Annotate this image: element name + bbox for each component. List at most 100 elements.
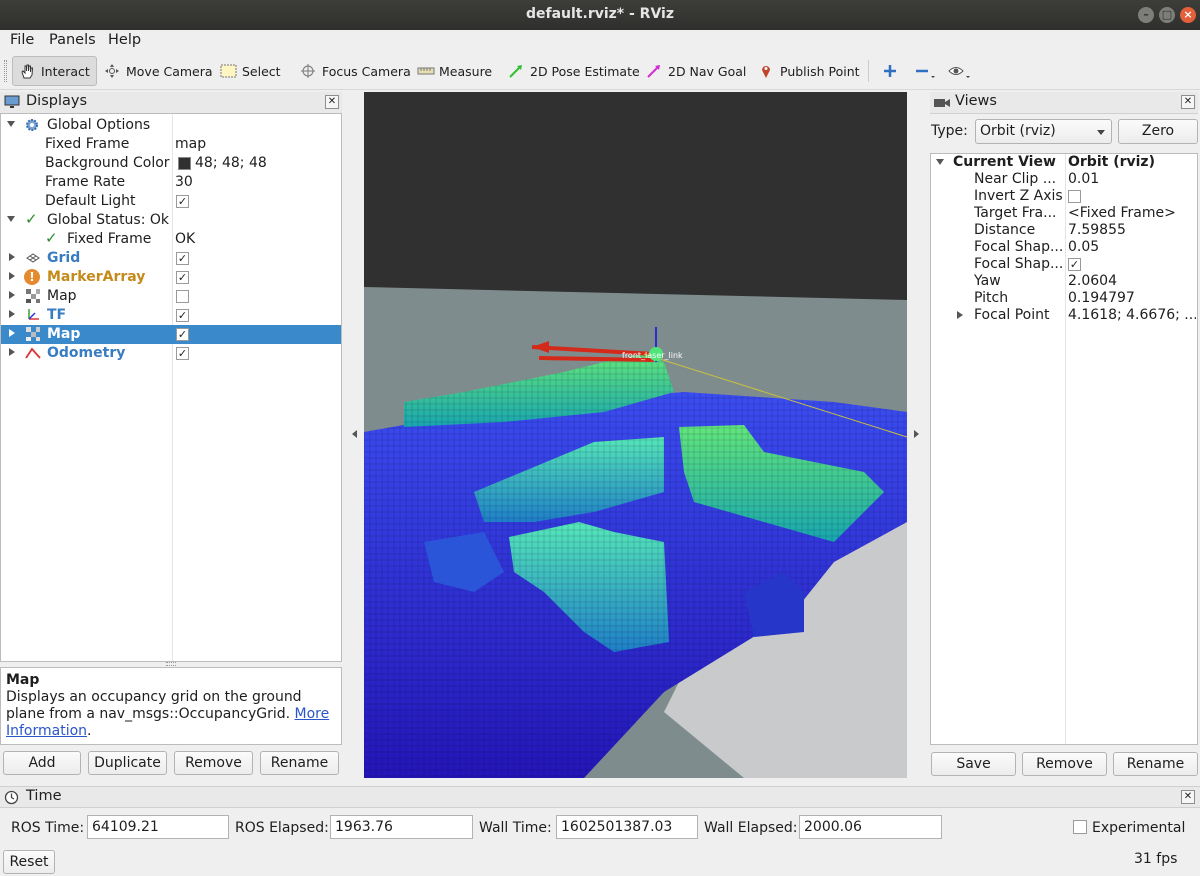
reset-button[interactable]: Reset: [3, 850, 55, 874]
right-splitter[interactable]: [908, 92, 926, 778]
tree-row-global-options[interactable]: Global Options: [1, 116, 341, 135]
map-checkbox[interactable]: [176, 290, 189, 303]
menu-bar: File Panels Help: [0, 30, 1200, 52]
rename-button[interactable]: Rename: [260, 751, 339, 775]
map-checkbox[interactable]: ✓: [176, 328, 189, 341]
display-item-grid[interactable]: Grid ✓: [1, 249, 341, 268]
tree-row-global-status[interactable]: ✓ Global Status: Ok: [1, 210, 341, 230]
focal-shape-checkbox[interactable]: ✓: [1068, 258, 1081, 271]
display-item-tf[interactable]: TF ✓: [1, 306, 341, 325]
collapse-left-icon[interactable]: [352, 430, 357, 438]
time-close-button[interactable]: ✕: [1181, 790, 1195, 804]
property-value[interactable]: 7.59855: [1068, 222, 1196, 238]
focus-camera-tool[interactable]: Focus Camera: [294, 56, 417, 86]
publish-point-tool[interactable]: Publish Point: [752, 56, 866, 86]
minimize-button[interactable]: –: [1138, 7, 1154, 23]
markerarray-checkbox[interactable]: ✓: [176, 271, 189, 284]
expand-arrow-icon[interactable]: [7, 216, 15, 222]
toolbar-grip[interactable]: [4, 60, 7, 82]
add-tool-button[interactable]: [876, 56, 910, 86]
view-property-row[interactable]: Focal Point 4.1618; 4.6676; ...: [931, 307, 1197, 324]
expand-arrow-icon[interactable]: [9, 253, 15, 261]
remove-tool-button[interactable]: [908, 56, 942, 86]
invert-z-checkbox[interactable]: [1068, 190, 1081, 203]
property-value[interactable]: 4.1618; 4.6676; ...: [1068, 307, 1196, 323]
expand-arrow-icon[interactable]: [957, 311, 963, 319]
view-property-row[interactable]: Yaw 2.0604: [931, 273, 1197, 290]
view-property-row[interactable]: Pitch 0.194797: [931, 290, 1197, 307]
collapse-right-icon[interactable]: [914, 430, 919, 438]
close-button[interactable]: ×: [1180, 7, 1196, 23]
view-property-row[interactable]: Distance 7.59855: [931, 222, 1197, 239]
display-item-label: Map: [47, 288, 77, 304]
menu-panels[interactable]: Panels: [49, 32, 96, 48]
measure-tool[interactable]: Measure: [411, 56, 498, 86]
menu-file[interactable]: File: [10, 32, 34, 48]
expand-arrow-icon[interactable]: [7, 121, 15, 127]
expand-arrow-icon[interactable]: [9, 310, 15, 318]
expand-arrow-icon[interactable]: [9, 272, 15, 280]
add-button[interactable]: Add: [3, 751, 81, 775]
property-value[interactable]: <Fixed Frame>: [1068, 205, 1196, 221]
view-property-row[interactable]: Focal Shap... ✓: [931, 256, 1197, 273]
maximize-button[interactable]: □: [1159, 7, 1175, 23]
display-item-label: TF: [47, 307, 67, 323]
view-type-select[interactable]: Orbit (rviz): [975, 119, 1112, 144]
visibility-tool-button[interactable]: [942, 56, 976, 86]
render-3d-view[interactable]: front_laser_link: [364, 92, 907, 778]
default-light-checkbox[interactable]: ✓: [176, 195, 189, 208]
displays-close-button[interactable]: ✕: [325, 95, 339, 109]
view-save-button[interactable]: Save: [931, 752, 1016, 776]
view-property-row[interactable]: Target Fra... <Fixed Frame>: [931, 205, 1197, 222]
view-remove-button[interactable]: Remove: [1022, 752, 1107, 776]
odometry-checkbox[interactable]: ✓: [176, 347, 189, 360]
ros-elapsed-field[interactable]: 1963.76: [330, 815, 473, 839]
select-tool[interactable]: Select: [214, 56, 287, 86]
tree-row-frame-rate[interactable]: Frame Rate 30: [1, 173, 341, 192]
expand-arrow-icon[interactable]: [9, 348, 15, 356]
wall-time-field[interactable]: 1602501387.03: [556, 815, 698, 839]
property-label: Target Fra...: [974, 205, 1057, 221]
color-swatch[interactable]: [178, 157, 191, 170]
grid-checkbox[interactable]: ✓: [176, 252, 189, 265]
view-rename-button[interactable]: Rename: [1113, 752, 1198, 776]
duplicate-button[interactable]: Duplicate: [88, 751, 167, 775]
display-item-map-selected[interactable]: Map ✓: [1, 325, 341, 344]
property-value[interactable]: 0.05: [1068, 239, 1196, 255]
move-camera-tool[interactable]: Move Camera: [98, 56, 219, 86]
frame-rate-value[interactable]: 30: [175, 174, 193, 190]
tree-row-fixed-frame[interactable]: Fixed Frame map: [1, 135, 341, 154]
experimental-checkbox[interactable]: [1073, 820, 1087, 834]
tf-checkbox[interactable]: ✓: [176, 309, 189, 322]
tree-row-default-light[interactable]: Default Light ✓: [1, 192, 341, 211]
displays-title: Displays: [26, 93, 88, 109]
expand-arrow-icon[interactable]: [936, 159, 944, 165]
zero-button[interactable]: Zero: [1118, 119, 1198, 144]
tree-row-status-fixed-frame[interactable]: ✓ Fixed Frame OK: [1, 229, 341, 249]
view-property-row[interactable]: Near Clip ... 0.01: [931, 171, 1197, 188]
expand-arrow-icon[interactable]: [9, 291, 15, 299]
view-property-row[interactable]: Focal Shap... 0.05: [931, 239, 1197, 256]
ros-time-field[interactable]: 64109.21: [87, 815, 229, 839]
view-property-row[interactable]: Invert Z Axis: [931, 188, 1197, 205]
property-value[interactable]: 0.01: [1068, 171, 1196, 187]
property-value[interactable]: 0.194797: [1068, 290, 1196, 306]
display-item-map[interactable]: Map: [1, 287, 341, 306]
remove-button[interactable]: Remove: [174, 751, 253, 775]
wall-elapsed-field[interactable]: 2000.06: [799, 815, 942, 839]
expand-arrow-icon[interactable]: [9, 329, 15, 337]
left-splitter[interactable]: [346, 92, 364, 778]
current-view-row[interactable]: Current View Orbit (rviz): [931, 154, 1197, 171]
interact-tool[interactable]: Interact: [12, 56, 97, 86]
property-value[interactable]: 2.0604: [1068, 273, 1196, 289]
nav-goal-tool[interactable]: 2D Nav Goal: [640, 56, 752, 86]
tree-row-background-color[interactable]: Background Color 48; 48; 48: [1, 154, 341, 173]
pose-estimate-tool[interactable]: 2D Pose Estimate: [502, 56, 646, 86]
panel-resize-handle[interactable]: [166, 662, 176, 666]
display-item-odometry[interactable]: Odometry ✓: [1, 344, 341, 363]
background-color-value[interactable]: 48; 48; 48: [195, 155, 267, 171]
menu-help[interactable]: Help: [108, 32, 141, 48]
views-close-button[interactable]: ✕: [1181, 95, 1195, 109]
fixed-frame-value[interactable]: map: [175, 136, 206, 152]
display-item-markerarray[interactable]: ! MarkerArray ✓: [1, 268, 341, 287]
